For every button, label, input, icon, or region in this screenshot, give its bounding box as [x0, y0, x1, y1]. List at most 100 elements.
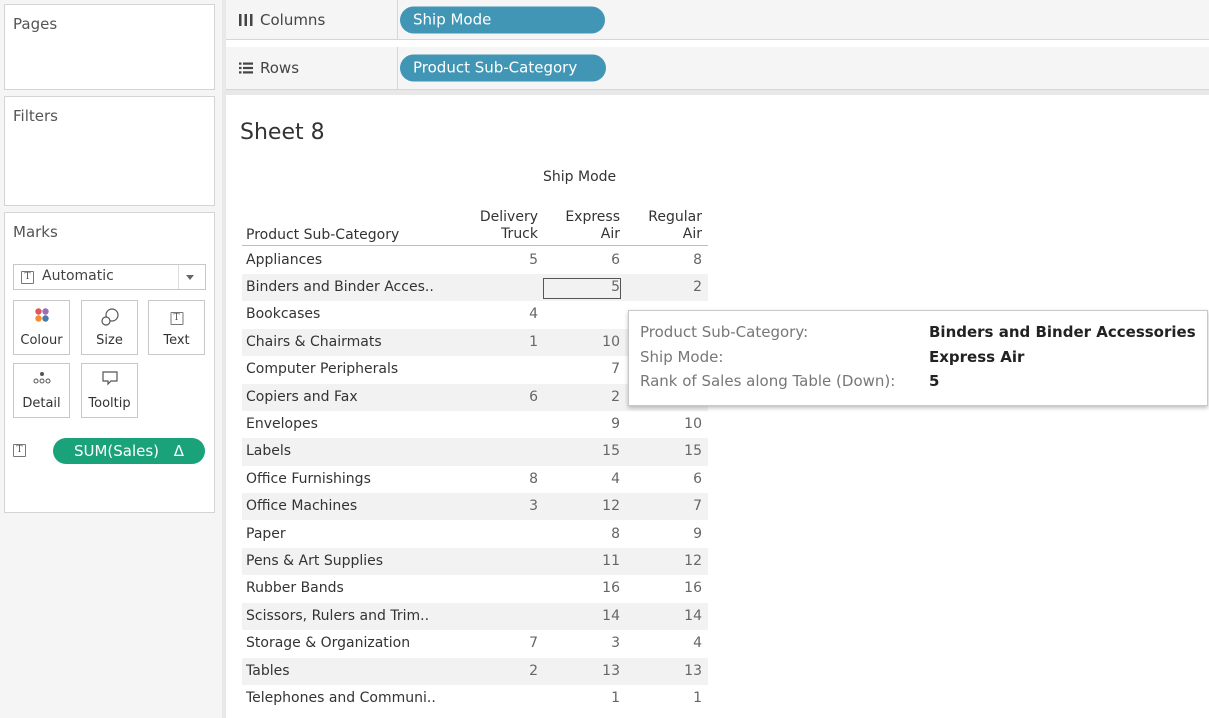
table-cell[interactable]: 16: [580, 580, 620, 596]
row-label[interactable]: Computer Peripherals: [246, 361, 398, 377]
colour-button[interactable]: Colour: [13, 300, 70, 355]
row-label[interactable]: Pens & Art Supplies: [246, 553, 383, 569]
tooltip-label: Tooltip: [88, 396, 131, 411]
table-cell[interactable]: 4: [498, 306, 538, 322]
table-row[interactable]: Pens & Art Supplies 11 12: [242, 547, 708, 576]
text-icon: T: [170, 312, 183, 325]
selected-cell-outline: [543, 277, 621, 299]
table-row[interactable]: Binders and Binder Acces.. 5 2: [242, 273, 708, 302]
sum-sales-pill[interactable]: SUM(Sales) Δ: [53, 438, 205, 464]
table-cell[interactable]: 11: [580, 553, 620, 569]
table-cell[interactable]: 13: [580, 663, 620, 679]
table-cell[interactable]: 14: [580, 608, 620, 624]
row-label[interactable]: Bookcases: [246, 306, 320, 322]
table-row[interactable]: Storage & Organization 7 3 4: [242, 630, 708, 657]
row-label[interactable]: Appliances: [246, 252, 322, 268]
text-button[interactable]: T Text: [148, 300, 205, 355]
row-header[interactable]: Product Sub-Category: [246, 227, 399, 243]
columns-icon: [239, 13, 253, 26]
pages-card[interactable]: Pages: [4, 4, 215, 90]
table-cell[interactable]: 3: [498, 498, 538, 514]
tooltip-value-sub-category: Binders and Binder Accessories: [929, 323, 1196, 341]
table-cell[interactable]: 2: [580, 389, 620, 405]
row-label[interactable]: Tables: [246, 663, 290, 679]
row-label[interactable]: Chairs & Chairmats: [246, 334, 382, 350]
table-row[interactable]: Envelopes 9 10: [242, 411, 708, 438]
column-header-delivery-truck[interactable]: Delivery Truck: [468, 209, 538, 243]
rows-shelf[interactable]: Rows Product Sub-Category: [226, 47, 1209, 90]
table-cell[interactable]: 15: [580, 443, 620, 459]
table-cell[interactable]: 1: [498, 334, 538, 350]
mark-type-dropdown[interactable]: T Automatic: [13, 264, 206, 290]
row-label[interactable]: Telephones and Communi..: [246, 690, 436, 706]
table-cell[interactable]: 1: [662, 690, 702, 706]
row-label[interactable]: Binders and Binder Acces..: [246, 279, 434, 295]
table-cell[interactable]: 7: [662, 498, 702, 514]
column-header-express-air[interactable]: Express Air: [548, 209, 620, 243]
table-row[interactable]: Appliances 5 6 8: [242, 247, 708, 274]
left-panel: Pages Filters Marks T Automatic Colour S: [0, 0, 222, 718]
table-cell[interactable]: 4: [580, 471, 620, 487]
table-cell[interactable]: 6: [498, 389, 538, 405]
row-label[interactable]: Storage & Organization: [246, 635, 410, 651]
column-header-regular-air[interactable]: Regular Air: [632, 209, 702, 243]
table-row[interactable]: Paper 8 9: [242, 521, 708, 548]
table-cell[interactable]: 9: [580, 416, 620, 432]
table-cell[interactable]: 5: [498, 252, 538, 268]
detail-label: Detail: [22, 396, 61, 411]
tooltip-button[interactable]: Tooltip: [81, 363, 138, 418]
table-cell[interactable]: 2: [662, 279, 702, 295]
table-cell[interactable]: 9: [662, 526, 702, 542]
table-cell[interactable]: 7: [580, 361, 620, 377]
sum-sales-label: SUM(Sales): [73, 442, 160, 460]
table-row[interactable]: Rubber Bands 16 16: [242, 575, 708, 602]
sheet-title: Sheet 8: [240, 120, 325, 145]
panel-divider: [222, 0, 226, 718]
table-cell[interactable]: 14: [662, 608, 702, 624]
table-cell[interactable]: 4: [662, 635, 702, 651]
filters-card[interactable]: Filters: [4, 96, 215, 206]
table-cell[interactable]: 16: [662, 580, 702, 596]
tooltip-key-sub-category: Product Sub-Category:: [640, 323, 809, 341]
row-label[interactable]: Office Machines: [246, 498, 357, 514]
size-button[interactable]: Size: [81, 300, 138, 355]
table-cell[interactable]: 6: [662, 471, 702, 487]
table-row[interactable]: Office Furnishings 8 4 6: [242, 466, 708, 493]
row-label[interactable]: Scissors, Rulers and Trim..: [246, 608, 429, 624]
table-cell[interactable]: 2: [498, 663, 538, 679]
table-cell[interactable]: 8: [580, 526, 620, 542]
row-label[interactable]: Paper: [246, 526, 286, 542]
column-header-line: Air: [600, 226, 620, 242]
chevron-down-icon[interactable]: [178, 265, 201, 289]
detail-button[interactable]: Detail: [13, 363, 70, 418]
table-cell[interactable]: 12: [662, 553, 702, 569]
row-label[interactable]: Labels: [246, 443, 291, 459]
table-cell[interactable]: 8: [498, 471, 538, 487]
table-row[interactable]: Scissors, Rulers and Trim.. 14 14: [242, 602, 708, 631]
table-cell[interactable]: 7: [498, 635, 538, 651]
table-row[interactable]: Telephones and Communi.. 1 1: [242, 685, 708, 712]
row-label[interactable]: Envelopes: [246, 416, 318, 432]
table-cell[interactable]: 15: [662, 443, 702, 459]
table-cell[interactable]: 13: [662, 663, 702, 679]
table-cell[interactable]: 10: [580, 334, 620, 350]
table-row[interactable]: Tables 2 13 13: [242, 657, 708, 685]
row-label[interactable]: Rubber Bands: [246, 580, 344, 596]
table-cell[interactable]: 1: [580, 690, 620, 706]
tooltip-popup: Product Sub-Category: Binders and Binder…: [628, 310, 1208, 406]
table-row[interactable]: Labels 15 15: [242, 438, 708, 466]
columns-shelf-label: Columns: [234, 0, 398, 39]
tooltip-key-rank: Rank of Sales along Table (Down):: [640, 372, 896, 390]
table-cell[interactable]: 8: [662, 252, 702, 268]
product-sub-category-pill[interactable]: Product Sub-Category: [400, 54, 606, 82]
table-row[interactable]: Office Machines 3 12 7: [242, 493, 708, 521]
table-cell[interactable]: 3: [580, 635, 620, 651]
row-label[interactable]: Office Furnishings: [246, 471, 371, 487]
ship-mode-pill[interactable]: Ship Mode: [400, 6, 605, 33]
table-cell[interactable]: 6: [580, 252, 620, 268]
table-cell[interactable]: 12: [580, 498, 620, 514]
table-cell[interactable]: 10: [662, 416, 702, 432]
columns-shelf[interactable]: Columns Ship Mode: [226, 0, 1209, 40]
row-label[interactable]: Copiers and Fax: [246, 389, 358, 405]
tooltip-icon: [101, 371, 118, 386]
